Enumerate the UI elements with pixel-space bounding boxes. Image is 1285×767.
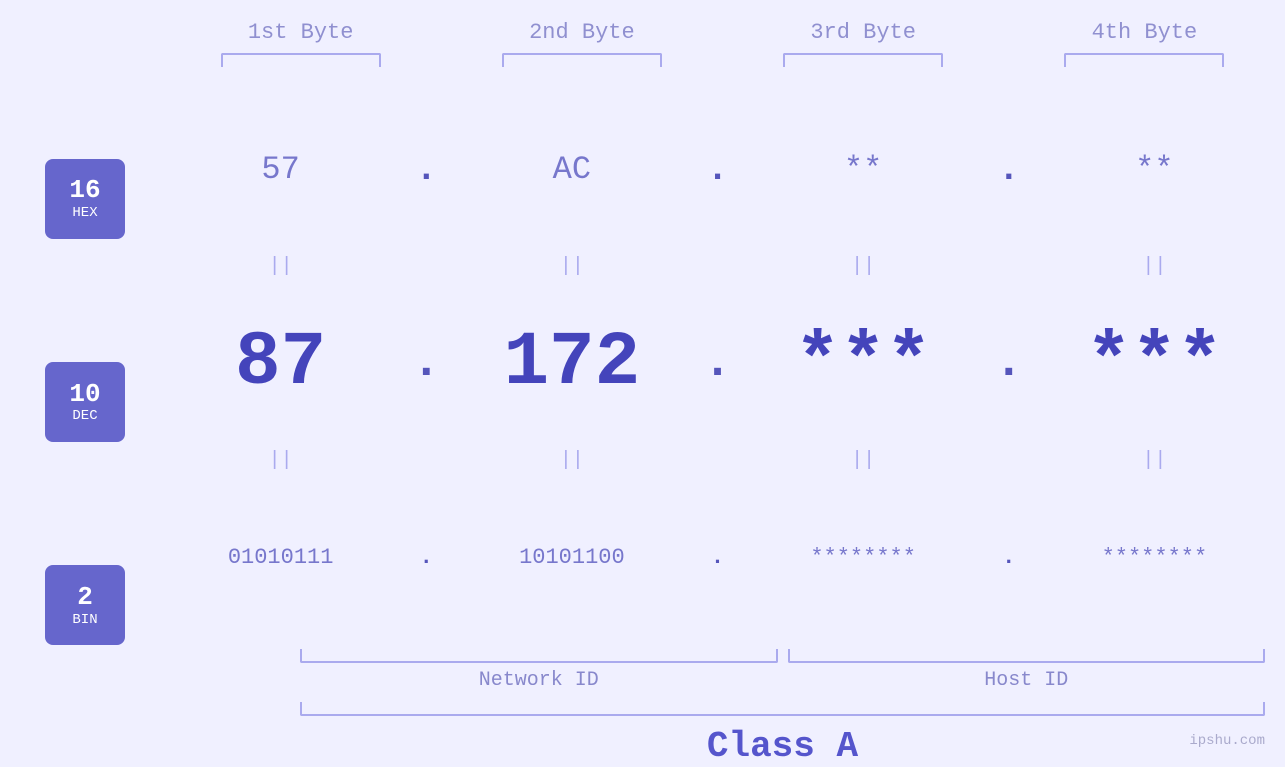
hex-dot2: . — [703, 149, 733, 190]
eq2-b2: || — [441, 449, 702, 472]
dec-byte4: *** — [1024, 320, 1285, 406]
top-brackets — [0, 53, 1285, 67]
bin-byte1: 01010111 — [150, 545, 411, 570]
full-bottom-bracket — [300, 702, 1265, 716]
data-area: 57 . AC . ** . ** || || || || — [150, 87, 1285, 767]
eq2-b4: || — [1024, 449, 1285, 472]
bin-byte3: ******** — [733, 545, 994, 570]
bracket-byte2 — [502, 53, 662, 67]
main-content-area: 16 HEX 10 DEC 2 BIN 57 . AC . ** — [0, 87, 1285, 767]
badges-column: 16 HEX 10 DEC 2 BIN — [20, 87, 150, 767]
host-id-bracket — [788, 649, 1266, 663]
bin-byte4: ******** — [1024, 545, 1285, 570]
hex-byte3: ** — [733, 151, 994, 188]
byte4-header: 4th Byte — [1004, 20, 1285, 45]
byte2-header: 2nd Byte — [441, 20, 722, 45]
eq-row-2: || || || || — [150, 445, 1285, 475]
bin-dot2: . — [703, 545, 733, 570]
dec-dot3: . — [994, 336, 1024, 390]
dec-byte3: *** — [733, 320, 994, 406]
watermark: ipshu.com — [1189, 733, 1265, 749]
hex-dot3: . — [994, 149, 1024, 190]
main-container: 1st Byte 2nd Byte 3rd Byte 4th Byte 16 H… — [0, 0, 1285, 767]
eq1-b2: || — [441, 255, 702, 278]
byte3-header: 3rd Byte — [723, 20, 1004, 45]
bin-badge-label: BIN — [72, 612, 97, 628]
dec-row: 87 . 172 . *** . *** — [150, 281, 1285, 445]
bin-badge: 2 BIN — [45, 565, 125, 645]
host-id-label: Host ID — [788, 669, 1266, 692]
hex-badge-label: HEX — [72, 205, 97, 221]
bracket-byte4 — [1064, 53, 1224, 67]
rows-wrapper: 57 . AC . ** . ** || || || || — [150, 87, 1285, 649]
class-label: Class A — [300, 726, 1265, 767]
bin-badge-num: 2 — [77, 583, 93, 612]
eq-row-1: || || || || — [150, 251, 1285, 281]
dec-dot2: . — [703, 336, 733, 390]
eq1-b3: || — [733, 255, 994, 278]
hex-byte1: 57 — [150, 151, 411, 188]
bin-dot3: . — [994, 545, 1024, 570]
byte1-header: 1st Byte — [160, 20, 441, 45]
eq2-b1: || — [150, 449, 411, 472]
dec-byte1: 87 — [150, 320, 411, 406]
bracket-byte1 — [221, 53, 381, 67]
dec-badge: 10 DEC — [45, 362, 125, 442]
bottom-brackets — [300, 649, 1265, 663]
dec-dot1: . — [411, 336, 441, 390]
hex-row: 57 . AC . ** . ** — [150, 87, 1285, 251]
network-bracket-wrap — [300, 649, 778, 663]
hex-byte2: AC — [441, 151, 702, 188]
eq1-b4: || — [1024, 255, 1285, 278]
dec-byte2: 172 — [441, 320, 702, 406]
bin-byte2: 10101100 — [441, 545, 702, 570]
host-bracket-wrap — [788, 649, 1266, 663]
hex-dot1: . — [411, 149, 441, 190]
eq1-b1: || — [150, 255, 411, 278]
network-id-bracket — [300, 649, 778, 663]
hex-badge-num: 16 — [69, 176, 100, 205]
bottom-labels: Network ID Host ID — [300, 669, 1265, 692]
bottom-section: Network ID Host ID Class A — [150, 649, 1285, 767]
byte-headers: 1st Byte 2nd Byte 3rd Byte 4th Byte — [0, 20, 1285, 45]
bracket-byte3 — [783, 53, 943, 67]
dec-badge-num: 10 — [69, 380, 100, 409]
bin-row: 01010111 . 10101100 . ******** . *******… — [150, 475, 1285, 639]
bin-dot1: . — [411, 545, 441, 570]
hex-byte4: ** — [1024, 151, 1285, 188]
eq2-b3: || — [733, 449, 994, 472]
hex-badge: 16 HEX — [45, 159, 125, 239]
dec-badge-label: DEC — [72, 408, 97, 424]
network-id-label: Network ID — [300, 669, 778, 692]
